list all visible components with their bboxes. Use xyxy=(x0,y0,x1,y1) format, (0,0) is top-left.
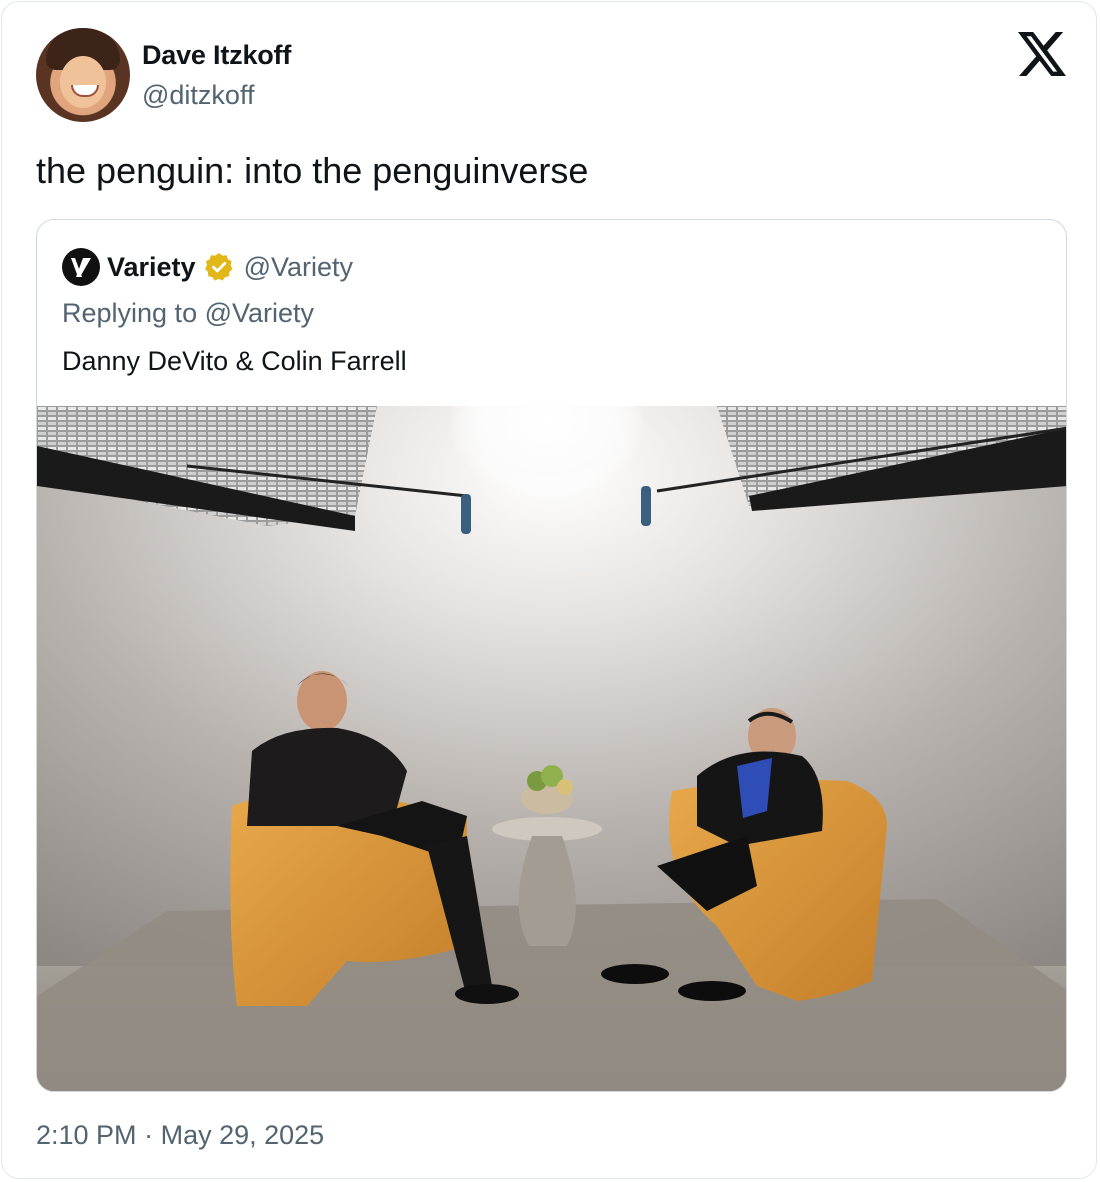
quoted-display-name[interactable]: Variety xyxy=(107,252,196,283)
timestamp-time: 2:10 PM xyxy=(36,1120,137,1150)
quoted-photo[interactable] xyxy=(37,406,1067,1092)
timestamp-separator: · xyxy=(144,1120,154,1150)
quoted-handle[interactable]: @Variety xyxy=(244,252,353,283)
quoted-header: Variety @Variety xyxy=(62,248,353,286)
replying-to-line[interactable]: Replying to @Variety xyxy=(62,298,314,329)
tweet-card: Dave Itzkoff @ditzkoff the penguin: into… xyxy=(1,1,1097,1179)
tweet-header: Dave Itzkoff @ditzkoff xyxy=(36,28,291,122)
author-handle[interactable]: @ditzkoff xyxy=(142,78,291,112)
timestamp-date: May 29, 2025 xyxy=(160,1120,325,1150)
verified-badge-icon xyxy=(204,253,233,281)
author-avatar[interactable] xyxy=(36,28,130,122)
author-names: Dave Itzkoff @ditzkoff xyxy=(142,38,291,112)
tweet-text: the penguin: into the penguinverse xyxy=(36,150,589,191)
x-logo-icon[interactable] xyxy=(1018,32,1066,76)
tweet-timestamp[interactable]: 2:10 PM · May 29, 2025 xyxy=(36,1120,324,1151)
variety-logo-icon[interactable] xyxy=(62,248,100,286)
quoted-tweet[interactable]: Variety @Variety Replying to @Variety Da… xyxy=(36,219,1067,1092)
quoted-text: Danny DeVito & Colin Farrell xyxy=(62,346,407,376)
author-display-name[interactable]: Dave Itzkoff xyxy=(142,38,291,72)
